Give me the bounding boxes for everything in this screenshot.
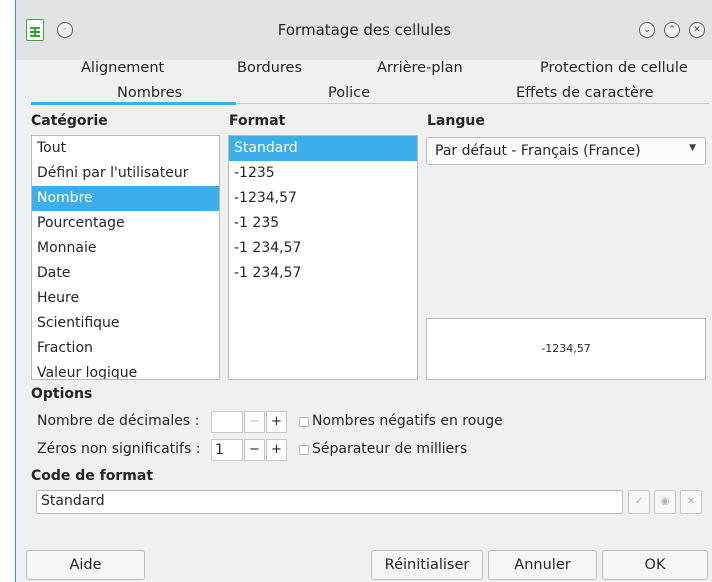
list-item[interactable]: Date bbox=[32, 261, 219, 286]
language-select[interactable]: Par défaut - Français (France) ▼ bbox=[426, 137, 706, 165]
category-list[interactable]: Tout Défini par l'utilisateur Nombre Pou… bbox=[31, 135, 220, 380]
preview-value: -1234,57 bbox=[541, 342, 591, 355]
leading-zeros-input[interactable]: 1 bbox=[211, 439, 243, 461]
tab-bordures[interactable]: Bordures bbox=[237, 60, 302, 76]
negative-red-checkbox[interactable] bbox=[299, 417, 309, 427]
comment-icon[interactable]: ◉ bbox=[654, 490, 676, 514]
format-cells-dialog: · Formatage des cellules ⌄ ⌃ ✕ Alignemen… bbox=[15, 0, 712, 582]
tab-row-2: Nombres Police Effets de caractère bbox=[31, 81, 709, 105]
list-item[interactable]: Fraction bbox=[32, 336, 219, 361]
category-header: Catégorie bbox=[31, 113, 108, 129]
negative-red-label: Nombres négatifs en rouge bbox=[312, 413, 503, 429]
tab-alignement[interactable]: Alignement bbox=[81, 60, 164, 76]
titlebar: · Formatage des cellules ⌄ ⌃ ✕ bbox=[16, 0, 712, 60]
window-title: Formatage des cellules bbox=[277, 21, 452, 39]
list-item[interactable]: Valeur logique bbox=[32, 361, 219, 379]
list-item[interactable]: Monnaie bbox=[32, 236, 219, 261]
list-item[interactable]: Scientifique bbox=[32, 311, 219, 336]
tab-police[interactable]: Police bbox=[328, 85, 370, 101]
decimals-input[interactable] bbox=[211, 411, 243, 433]
format-header: Format bbox=[229, 113, 286, 129]
tab-arriere-plan[interactable]: Arrière-plan bbox=[377, 60, 463, 76]
close-icon[interactable]: ✕ bbox=[689, 22, 705, 38]
list-item[interactable]: -1 234,57 bbox=[229, 261, 417, 286]
ok-button[interactable]: OK bbox=[602, 550, 708, 580]
list-item[interactable]: Tout bbox=[32, 136, 219, 161]
tab-nombres[interactable]: Nombres bbox=[117, 85, 182, 101]
language-header: Langue bbox=[427, 113, 485, 129]
language-value: Par défaut - Français (France) bbox=[435, 143, 641, 159]
options-header: Options bbox=[31, 386, 93, 402]
list-item[interactable]: -1 235 bbox=[229, 211, 417, 236]
minimize-icon[interactable]: ⌄ bbox=[639, 22, 655, 38]
list-item[interactable]: -1235 bbox=[229, 161, 417, 186]
reset-button[interactable]: Réinitialiser bbox=[371, 550, 483, 580]
format-preview: -1234,57 bbox=[426, 318, 706, 380]
decimals-decrement-button[interactable]: − bbox=[244, 411, 265, 433]
list-item[interactable]: Pourcentage bbox=[32, 211, 219, 236]
active-tab-indicator bbox=[31, 102, 236, 105]
format-code-value: Standard bbox=[41, 493, 105, 509]
list-item[interactable]: Défini par l'utilisateur bbox=[32, 161, 219, 186]
format-code-header: Code de format bbox=[31, 468, 154, 484]
thousands-separator-checkbox[interactable] bbox=[299, 445, 309, 455]
accept-icon[interactable]: ✓ bbox=[628, 490, 650, 514]
cancel-button[interactable]: Annuler bbox=[488, 550, 597, 580]
thousands-separator-label: Séparateur de milliers bbox=[312, 441, 468, 457]
help-button[interactable]: Aide bbox=[26, 550, 145, 580]
format-list[interactable]: Standard -1235 -1234,57 -1 235 -1 234,57… bbox=[228, 135, 418, 380]
list-item[interactable]: -1234,57 bbox=[229, 186, 417, 211]
list-item[interactable]: Heure bbox=[32, 286, 219, 311]
decimals-label: Nombre de décimales : bbox=[37, 413, 200, 429]
tab-effets[interactable]: Effets de caractère bbox=[516, 85, 654, 101]
list-item[interactable]: -1 234,57 bbox=[229, 236, 417, 261]
leading-zeros-label: Zéros non significatifs : bbox=[37, 441, 201, 457]
maximize-icon[interactable]: ⌃ bbox=[664, 22, 680, 38]
delete-icon[interactable]: ✕ bbox=[680, 490, 702, 514]
leading-zeros-increment-button[interactable]: + bbox=[266, 439, 287, 461]
tab-protection[interactable]: Protection de cellule bbox=[540, 60, 688, 76]
decimals-increment-button[interactable]: + bbox=[266, 411, 287, 433]
format-code-input[interactable]: Standard bbox=[36, 490, 623, 514]
list-item[interactable]: Nombre bbox=[32, 186, 219, 211]
leading-zeros-decrement-button[interactable]: − bbox=[244, 439, 265, 461]
list-item[interactable]: Standard bbox=[229, 136, 417, 161]
tab-row-1: Alignement Bordures Arrière-plan Protect… bbox=[31, 56, 709, 80]
chevron-down-icon: ▼ bbox=[689, 143, 696, 153]
